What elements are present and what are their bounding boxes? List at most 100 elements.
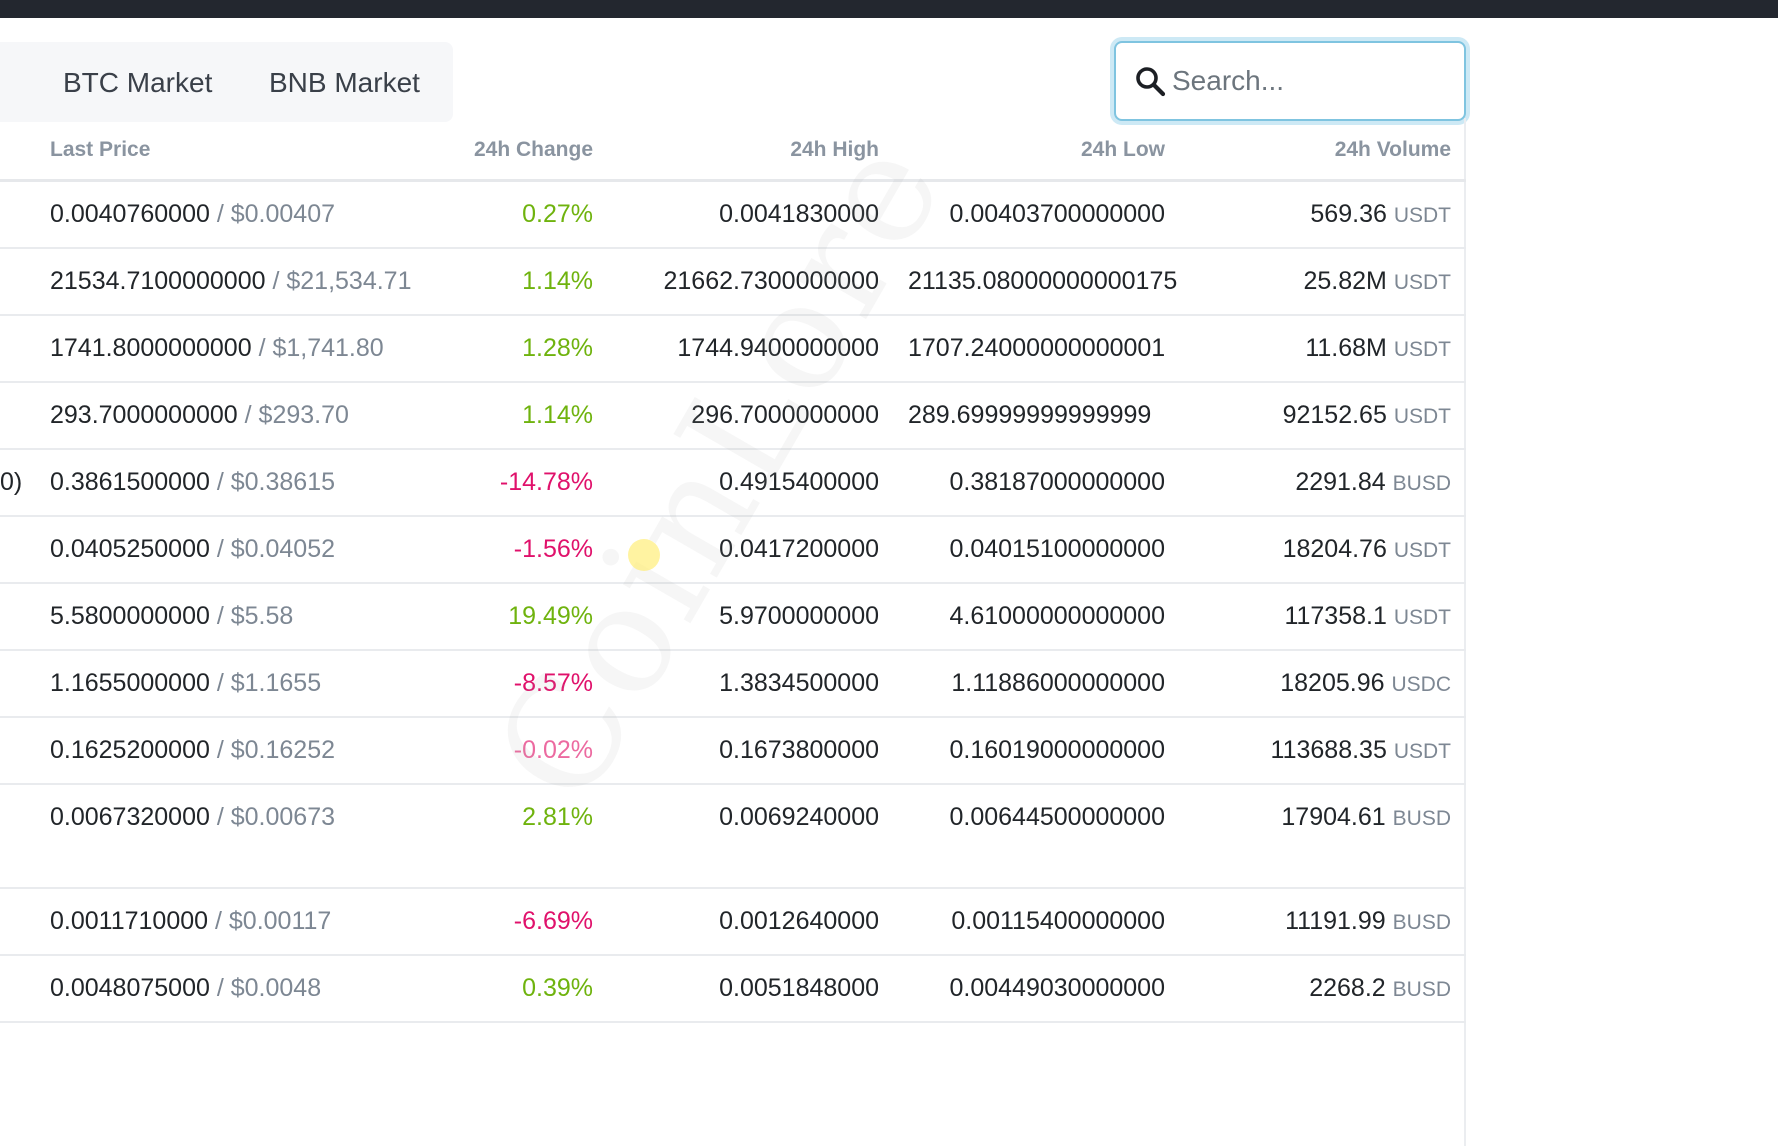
- tab-bnb-market[interactable]: BNB Market: [269, 67, 420, 99]
- volume-value: 17904.61: [1281, 803, 1386, 831]
- change-cell: 0.27%: [522, 200, 593, 228]
- volume-value: 92152.65: [1282, 401, 1387, 429]
- table-row[interactable]: 0.0405250000 / $0.04052 -1.56% 0.041720000…: [0, 517, 1466, 584]
- last-price-cell: 0.1625200000 / $0.16252: [50, 736, 335, 765]
- high-cell: 0.4915400000: [719, 468, 879, 496]
- volume-cell: 117358.1 USDT: [1284, 602, 1451, 631]
- high-cell: 0.0041830000: [719, 200, 879, 228]
- usd-price-value: / $0.04052: [216, 535, 336, 563]
- search-input[interactable]: [1172, 61, 1452, 101]
- header-24h-high[interactable]: 24h High: [790, 138, 879, 162]
- low-cell: 0.00115400000000: [951, 907, 1165, 935]
- table-row[interactable]: 0.1625200000 / $0.16252 -0.02% 0.167380000…: [0, 718, 1466, 785]
- volume-currency: USDT: [1393, 740, 1451, 763]
- usd-price-value: / $5.58: [216, 602, 294, 630]
- usd-price-value: / $0.00673: [216, 803, 336, 831]
- table-row[interactable]: 1741.8000000000 / $1,741.80 1.28% 1744.940…: [0, 316, 1466, 383]
- usd-price-value: / $21,534.71: [272, 267, 412, 295]
- table-row[interactable]: 1.1655000000 / $1.1655 -8.57% 1.3834500000…: [0, 651, 1466, 718]
- volume-currency: USDT: [1393, 271, 1451, 294]
- last-price-cell: 0.3861500000 / $0.38615: [50, 468, 335, 497]
- high-cell: 296.7000000000: [691, 401, 879, 429]
- header-last-price[interactable]: Last Price: [50, 138, 150, 162]
- change-cell: 1.14%: [522, 401, 593, 429]
- last-price-value: 21534.7100000000: [50, 267, 266, 295]
- high-cell: 0.0051848000: [719, 974, 879, 1002]
- table-row[interactable]: 0.0067320000 / $0.00673 2.81% 0.0069240000…: [0, 785, 1466, 889]
- header-24h-volume[interactable]: 24h Volume: [1335, 138, 1451, 162]
- last-price-value: 0.0011710000: [50, 907, 209, 935]
- pair-name-partial: 0): [0, 468, 23, 496]
- header-24h-change[interactable]: 24h Change: [474, 138, 593, 162]
- change-cell: -0.02%: [513, 736, 593, 764]
- usd-price-value: / $0.00117: [215, 907, 332, 935]
- low-cell: 21135.08000000000175: [908, 267, 1178, 295]
- high-cell: 1744.9400000000: [677, 334, 879, 362]
- last-price-value: 0.0040760000: [50, 200, 210, 228]
- low-cell: 0.04015100000000: [949, 535, 1165, 563]
- low-cell: 289.69999999999999: [908, 401, 1152, 429]
- volume-cell: 11.68M USDT: [1305, 334, 1451, 363]
- usd-price-value: / $1.1655: [216, 669, 322, 697]
- last-price-value: 0.0405250000: [50, 535, 210, 563]
- low-cell: 0.00449030000000: [949, 974, 1165, 1002]
- volume-value: 18205.96: [1280, 669, 1385, 697]
- last-price-value: 0.0067320000: [50, 803, 210, 831]
- change-cell: 19.49%: [508, 602, 593, 630]
- change-cell: -14.78%: [499, 468, 593, 496]
- header-24h-low[interactable]: 24h Low: [1081, 138, 1165, 162]
- market-table: Last Price 24h Change 24h High 24h Low 2…: [0, 118, 1466, 1146]
- table-row[interactable]: 5.5800000000 / $5.58 19.49% 5.9700000000 4.…: [0, 584, 1466, 651]
- volume-currency: BUSD: [1392, 807, 1451, 830]
- usd-price-value: / $293.70: [244, 401, 349, 429]
- tab-btc-market[interactable]: BTC Market: [63, 67, 212, 99]
- volume-currency: BUSD: [1392, 472, 1451, 495]
- low-cell: 4.61000000000000: [949, 602, 1165, 630]
- usd-price-value: / $1,741.80: [258, 334, 384, 362]
- last-price-cell: 21534.7100000000 / $21,534.71: [50, 267, 411, 296]
- table-row[interactable]: 0.0011710000 / $0.00117 -6.69% 0.001264000…: [0, 889, 1466, 956]
- change-cell: 2.81%: [522, 803, 593, 831]
- volume-currency: USDT: [1393, 606, 1451, 629]
- last-price-cell: 293.7000000000 / $293.70: [50, 401, 349, 430]
- last-price-value: 0.1625200000: [50, 736, 210, 764]
- volume-cell: 25.82M USDT: [1303, 267, 1451, 296]
- last-price-cell: 1.1655000000 / $1.1655: [50, 669, 321, 698]
- table-row[interactable]: 0) 0.3861500000 / $0.38615 -14.78% 0.491540…: [0, 450, 1466, 517]
- volume-value: 113688.35: [1270, 736, 1387, 764]
- table-row[interactable]: 0.0048075000 / $0.0048 0.39% 0.0051848000 0…: [0, 956, 1466, 1023]
- volume-currency: USDT: [1393, 204, 1451, 227]
- low-cell: 1.11886000000000: [951, 669, 1165, 697]
- usd-price-value: / $0.38615: [216, 468, 336, 496]
- volume-currency: BUSD: [1392, 978, 1451, 1001]
- low-cell: 0.00403700000000: [949, 200, 1165, 228]
- volume-cell: 569.36 USDT: [1310, 200, 1451, 229]
- volume-cell: 18204.76 USDT: [1283, 535, 1451, 564]
- volume-cell: 92152.65 USDT: [1283, 401, 1451, 430]
- table-row[interactable]: 293.7000000000 / $293.70 1.14% 296.7000000…: [0, 383, 1466, 450]
- volume-currency: USDT: [1393, 338, 1451, 361]
- high-cell: 0.0417200000: [719, 535, 879, 563]
- volume-value: 11.68M: [1305, 334, 1387, 362]
- volume-currency: USDC: [1391, 673, 1451, 696]
- high-cell: 21662.7300000000: [663, 267, 879, 295]
- volume-cell: 2268.2 BUSD: [1309, 974, 1451, 1003]
- change-cell: -1.56%: [513, 535, 593, 563]
- high-cell: 0.0012640000: [719, 907, 879, 935]
- last-price-cell: 0.0040760000 / $0.00407: [50, 200, 335, 229]
- volume-value: 569.36: [1310, 200, 1387, 228]
- high-cell: 0.1673800000: [719, 736, 879, 764]
- last-price-value: 1741.8000000000: [50, 334, 252, 362]
- last-price-value: 5.5800000000: [50, 602, 210, 630]
- table-row[interactable]: 21534.7100000000 / $21,534.71 1.14% 21662.…: [0, 249, 1466, 316]
- volume-value: 11191.99: [1285, 907, 1386, 935]
- volume-cell: 18205.96 USDC: [1280, 669, 1451, 698]
- volume-value: 2268.2: [1309, 974, 1386, 1002]
- low-cell: 1707.24000000000001: [908, 334, 1166, 362]
- search-box[interactable]: [1114, 41, 1466, 121]
- last-price-value: 0.0048075000: [50, 974, 210, 1002]
- table-row[interactable]: 0.0040760000 / $0.00407 0.27% 0.0041830000…: [0, 182, 1466, 249]
- volume-cell: 17904.61 BUSD: [1281, 803, 1451, 832]
- low-cell: 0.38187000000000: [949, 468, 1165, 496]
- search-icon: [1136, 67, 1166, 97]
